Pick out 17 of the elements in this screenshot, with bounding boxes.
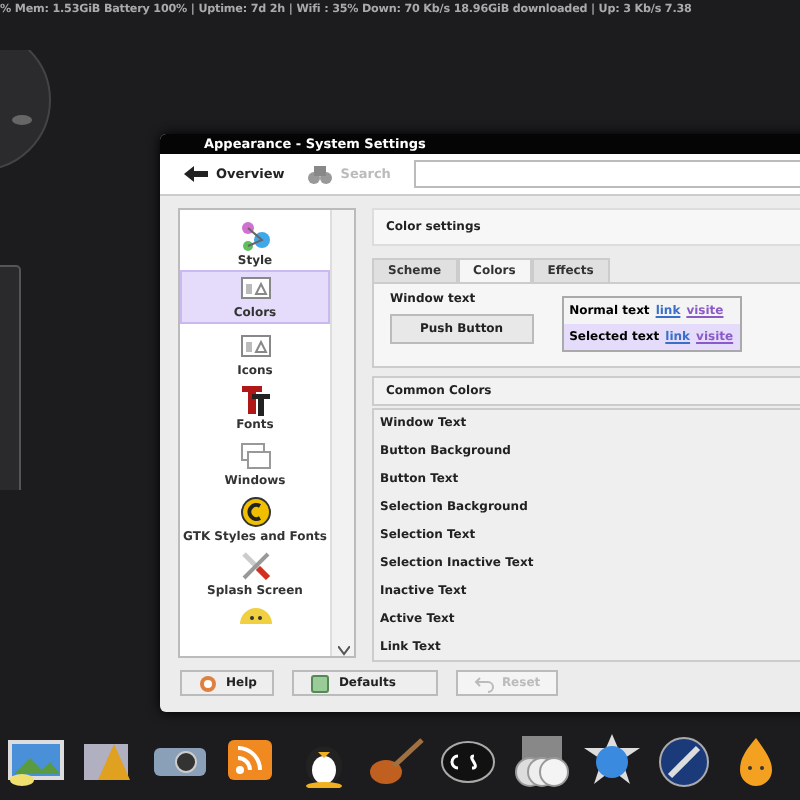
back-arrow-icon: [184, 166, 208, 182]
image-frame-icon: [239, 329, 271, 362]
search-field[interactable]: [414, 160, 800, 188]
font-icon: [239, 384, 271, 417]
help-icon: [198, 673, 218, 693]
color-swatch-icon: [239, 272, 271, 305]
disc-stack-icon[interactable]: [510, 732, 570, 788]
smiley-icon: [239, 606, 271, 625]
style-icon: [239, 219, 271, 252]
gtk-logo-icon: [239, 495, 271, 528]
screwdriver-wrench-icon: [239, 550, 271, 583]
binoculars-icon: [308, 165, 333, 183]
undo-icon: [473, 673, 494, 693]
guitar-icon[interactable]: [366, 732, 426, 788]
windows-icon: [239, 440, 271, 473]
scrollbar[interactable]: [330, 210, 354, 656]
defaults-icon: [310, 673, 331, 693]
